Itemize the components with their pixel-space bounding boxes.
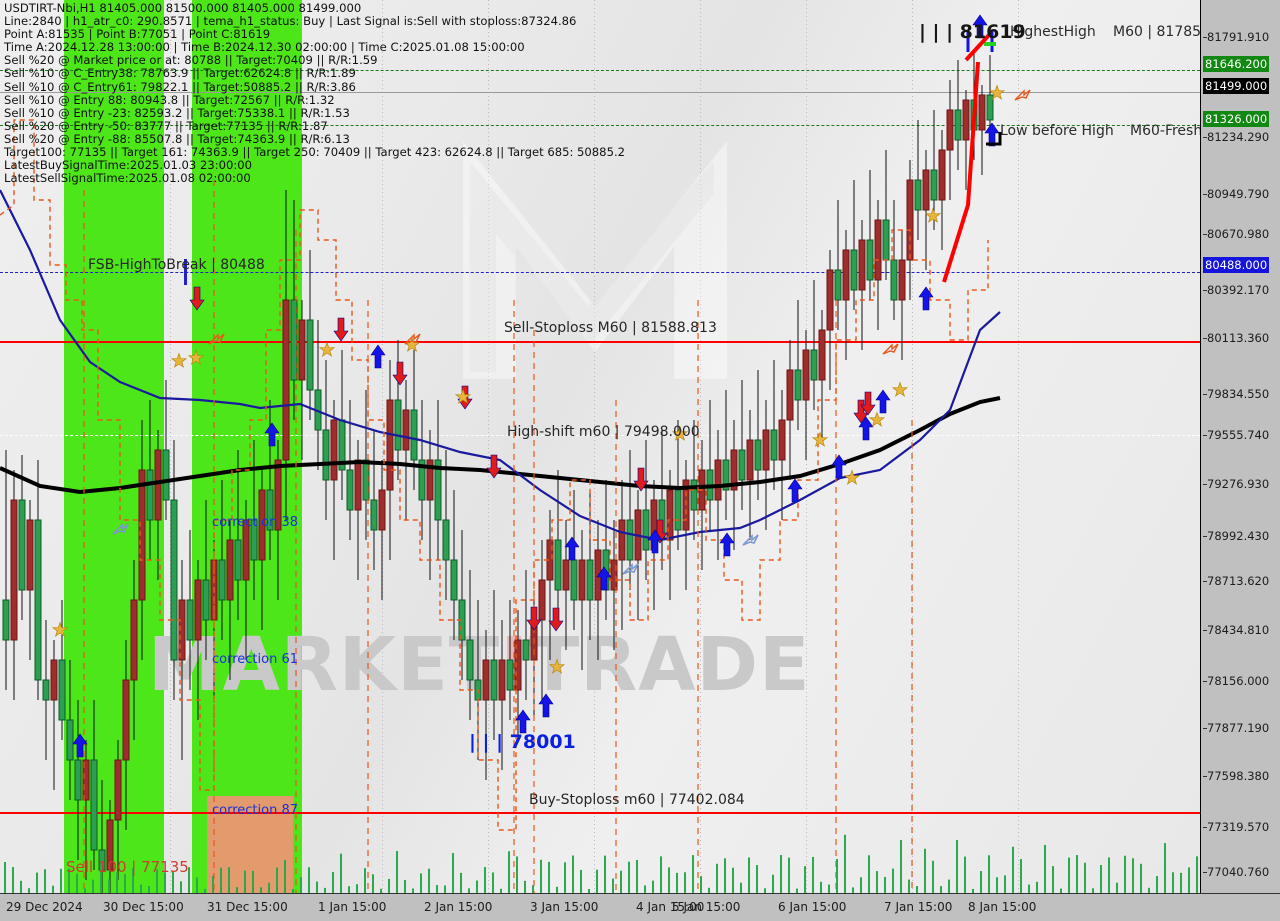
highest-high-value: M60 | 81785 <box>1113 24 1201 40</box>
price-tick: 80392.170 <box>1203 283 1270 297</box>
point-c-marker: | | | 81619 <box>919 21 1026 43</box>
price-tick: 80113.360 <box>1203 331 1270 345</box>
high-shift-m60-label: High-shift m60 | 79498.000 <box>507 424 700 440</box>
price-tick: 78434.810 <box>1203 623 1270 637</box>
price-tick-label: 77598.380 <box>1207 769 1270 783</box>
m60-fresh-label: M60-Fresh <box>1130 123 1201 139</box>
price-tick: 81791.910 <box>1203 30 1270 44</box>
info-line: LatestSellSignalTime:2025.01.08 02:00:00 <box>4 171 251 186</box>
time-tick-label: 3 Jan 15:00 <box>530 900 599 914</box>
price-tick-label: 77319.570 <box>1207 820 1270 834</box>
price-tick-label: 77877.190 <box>1207 721 1270 735</box>
price-tick-label: 81791.910 <box>1207 30 1270 44</box>
point-b-marker: | | | 78001 <box>469 731 576 753</box>
price-tick-label: 80392.170 <box>1207 283 1270 297</box>
buy-stoploss-m60-label: Buy-Stoploss m60 | 77402.084 <box>529 792 745 808</box>
price-tick-label: 78992.430 <box>1207 529 1270 543</box>
price-tick: 79555.740 <box>1203 428 1270 442</box>
price-tick-label: 80949.790 <box>1207 187 1270 201</box>
price-tick: 81234.290 <box>1203 130 1270 144</box>
info-line: Sell %10 @ Entry 88: 80943.8 || Target:7… <box>4 92 335 107</box>
info-line: Sell %20 @ Entry -50: 83777 || Target:77… <box>4 118 328 133</box>
price-tick: 80670.980 <box>1203 227 1270 241</box>
time-tick-label: 1 Jan 15:00 <box>318 900 387 914</box>
time-tick-label: 7 Jan 15:00 <box>884 900 953 914</box>
correction-38-label: correction 38 <box>212 515 298 530</box>
price-axis[interactable]: 81791.910 81234.290 80949.790 80670.980 8039… <box>1201 0 1280 893</box>
price-tick-label: 78156.000 <box>1207 674 1270 688</box>
price-tick-label: 80670.980 <box>1207 227 1270 241</box>
time-tick-label: 30 Dec 15:00 <box>103 900 184 914</box>
price-tick: 79834.550 <box>1203 387 1270 401</box>
time-tick-label: 5 Jan 15:00 <box>672 900 741 914</box>
price-tag-blue: 80488.000 <box>1203 257 1270 273</box>
price-tick-label: 79834.550 <box>1207 387 1270 401</box>
correction-61-label: correction 61 <box>212 652 298 667</box>
price-tick-label: 81234.290 <box>1207 130 1270 144</box>
price-tick: 77877.190 <box>1203 721 1270 735</box>
price-tag-green: 81326.000 <box>1203 111 1270 127</box>
chart-info-header: USDTIRT-Nbi,H1 81405.000 81500.000 81405… <box>4 1 625 186</box>
price-tick: 79276.930 <box>1203 477 1270 491</box>
price-tick: 78156.000 <box>1203 674 1270 688</box>
fsb-hightobreak-label: FSB-HighToBreak | 80488 <box>88 257 265 273</box>
price-tag-green: 81646.200 <box>1203 56 1270 72</box>
low-before-high-label: Low before High <box>1000 123 1114 139</box>
info-line: Sell %10 @ Entry -23: 82593.2 || Target:… <box>4 105 350 120</box>
time-tick-label: 8 Jan 15:00 <box>968 900 1037 914</box>
time-axis[interactable]: 29 Dec 2024 30 Dec 15:00 31 Dec 15:00 1 Jan… <box>0 893 1280 921</box>
price-tag-black: 81499.000 <box>1203 78 1270 94</box>
info-line: Sell %10 @ C_Entry38: 78763.9 || Target:… <box>4 66 356 81</box>
price-tick-label: 78713.620 <box>1207 574 1270 588</box>
info-line: Sell %10 @ C_Entry61: 79822.1 || Target:… <box>4 79 356 94</box>
sell-stoploss-m60-label: Sell-Stoploss M60 | 81588.813 <box>504 320 717 336</box>
time-tick-label: 31 Dec 15:00 <box>207 900 288 914</box>
price-tick-label: 78434.810 <box>1207 623 1270 637</box>
price-tick-label: 77040.760 <box>1207 865 1270 879</box>
price-tick: 77598.380 <box>1203 769 1270 783</box>
time-tick-label: 2 Jan 15:00 <box>424 900 493 914</box>
price-tick: 77319.570 <box>1203 820 1270 834</box>
chart-plot-area[interactable]: MARKETITRADE <box>0 0 1201 893</box>
price-tick: 78992.430 <box>1203 529 1270 543</box>
price-tick-label: 79276.930 <box>1207 477 1270 491</box>
red-leg-up <box>942 61 980 283</box>
price-tick: 77040.760 <box>1203 865 1270 879</box>
price-tick: 80949.790 <box>1203 187 1270 201</box>
price-tick-label: 79555.740 <box>1207 428 1270 442</box>
time-tick-label: 6 Jan 15:00 <box>778 900 847 914</box>
price-tick: 78713.620 <box>1203 574 1270 588</box>
low-before-high-bracket <box>986 132 1002 146</box>
sell-100-label: Sell 100 | 77135 <box>66 858 189 876</box>
price-tick-label: 80113.360 <box>1207 331 1270 345</box>
correction-87-label: correction 87 <box>212 803 298 818</box>
trading-chart-window: MARKETITRADE <box>0 0 1280 921</box>
time-tick-label: 29 Dec 2024 <box>6 900 83 914</box>
